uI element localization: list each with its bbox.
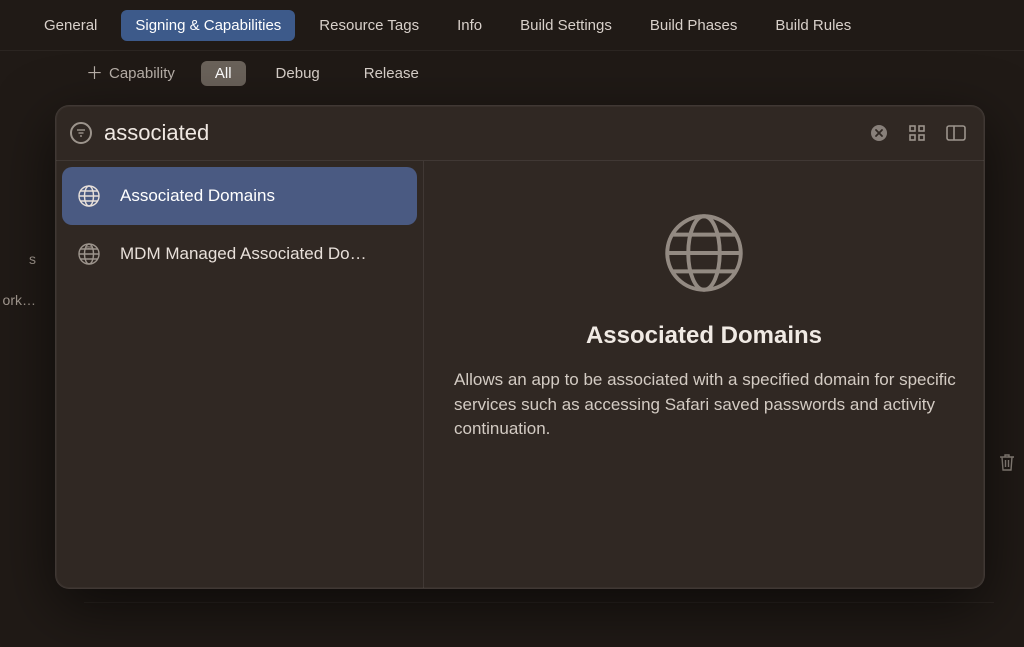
editor-tab-strip: General Signing & Capabilities Resource … — [0, 0, 1024, 50]
sidebar-frag-1: s — [0, 246, 36, 273]
sidebar-frag-2: ork… — [0, 287, 36, 314]
result-label: Associated Domains — [120, 186, 275, 206]
panel-body: Associated Domains MDM MDM Managed Assoc… — [56, 160, 984, 588]
add-capability-label: Capability — [109, 65, 175, 82]
svg-text:MDM: MDM — [85, 245, 93, 249]
filter-icon[interactable] — [70, 122, 92, 144]
tab-general[interactable]: General — [30, 10, 111, 41]
result-list: Associated Domains MDM MDM Managed Assoc… — [56, 161, 424, 588]
mdm-globe-icon: MDM — [76, 241, 102, 267]
tab-resource-tags[interactable]: Resource Tags — [305, 10, 433, 41]
trash-icon[interactable] — [998, 452, 1016, 477]
tab-signing-capabilities[interactable]: Signing & Capabilities — [121, 10, 295, 41]
add-capability-button[interactable]: ＋ Capability — [76, 61, 185, 86]
plus-icon: ＋ — [86, 65, 103, 82]
globe-icon — [76, 183, 102, 209]
tab-build-phases[interactable]: Build Phases — [636, 10, 752, 41]
capability-subbar: ＋ Capability All Debug Release — [0, 50, 1024, 96]
tab-build-settings[interactable]: Build Settings — [506, 10, 626, 41]
panel-header — [56, 106, 984, 160]
clear-search-button[interactable] — [866, 120, 892, 146]
grid-view-icon[interactable] — [904, 120, 930, 146]
bottom-separator — [84, 602, 994, 603]
filter-debug[interactable]: Debug — [262, 61, 334, 86]
result-associated-domains[interactable]: Associated Domains — [62, 167, 417, 225]
left-sidebar-fragment: s ork… — [0, 246, 40, 313]
result-mdm-associated-domains[interactable]: MDM MDM Managed Associated Do… — [62, 225, 417, 283]
detail-description: Allows an app to be associated with a sp… — [448, 368, 958, 442]
detail-view-icon[interactable] — [942, 121, 970, 145]
filter-all[interactable]: All — [201, 61, 246, 86]
tab-build-rules[interactable]: Build Rules — [761, 10, 865, 41]
capability-detail: Associated Domains Allows an app to be a… — [424, 161, 984, 588]
capability-picker-panel: Associated Domains MDM MDM Managed Assoc… — [55, 105, 985, 589]
globe-icon — [662, 211, 746, 300]
detail-title: Associated Domains — [586, 322, 822, 350]
tab-info[interactable]: Info — [443, 10, 496, 41]
filter-release[interactable]: Release — [350, 61, 433, 86]
capability-search-input[interactable] — [104, 120, 854, 146]
result-label: MDM Managed Associated Do… — [120, 244, 367, 264]
